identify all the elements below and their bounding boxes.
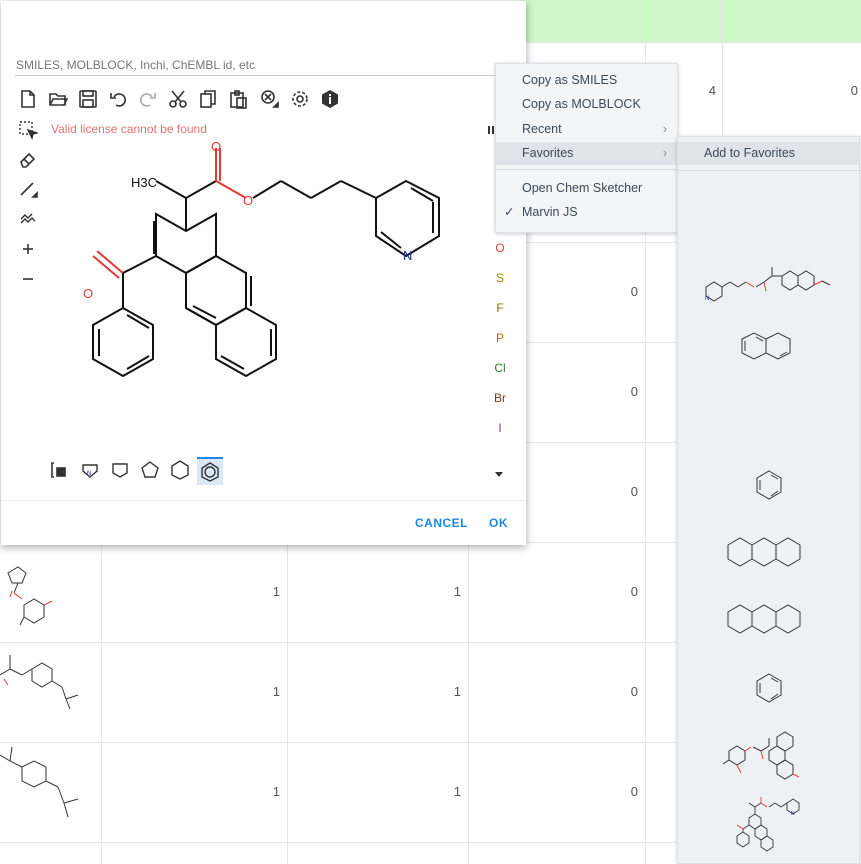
info-icon[interactable]: [319, 88, 341, 110]
chevron-right-icon: ›: [662, 146, 667, 160]
favorite-molecule[interactable]: [678, 670, 859, 706]
grid-cell: 1: [453, 684, 461, 699]
atom-iodine[interactable]: I: [487, 421, 513, 435]
template-bracket-icon[interactable]: [47, 457, 73, 483]
ester-oxygen-label: O: [243, 193, 254, 208]
open-folder-icon[interactable]: [47, 88, 69, 110]
menu-item-label: Copy as SMILES: [522, 73, 618, 87]
grid-cell: 1: [453, 784, 461, 799]
favorites-submenu: Add to Favorites N N: [677, 136, 860, 864]
favorite-molecule[interactable]: [678, 727, 859, 782]
molecule-thumbnail: [0, 655, 79, 710]
cut-icon[interactable]: [167, 88, 189, 110]
charge-minus-icon[interactable]: [17, 268, 39, 290]
nitrogen-label: N: [403, 248, 413, 263]
menu-favorites[interactable]: Favorites ›: [496, 142, 677, 165]
atom-sulfur[interactable]: S: [487, 271, 513, 285]
ketone-oxygen-label: O: [83, 286, 94, 301]
cyclohexane-template-icon[interactable]: [167, 457, 193, 483]
eraser-icon[interactable]: [17, 148, 39, 170]
methyl-label: H3C: [131, 175, 158, 190]
grid-cell: 1: [272, 684, 280, 699]
svg-text:N: N: [791, 811, 795, 817]
settings-gear-icon[interactable]: [289, 88, 311, 110]
redo-icon[interactable]: [137, 88, 159, 110]
copy-icon[interactable]: [197, 88, 219, 110]
grid-cell: 0: [850, 83, 858, 98]
ok-button[interactable]: OK: [489, 516, 508, 530]
grid-header-band: [520, 0, 861, 42]
cyclopentane-template-icon[interactable]: [137, 457, 163, 483]
menu-item-label: Copy as MOLBLOCK: [522, 97, 641, 111]
menu-copy-molblock[interactable]: Copy as MOLBLOCK: [496, 93, 677, 116]
paste-icon[interactable]: [227, 88, 249, 110]
menu-item-label: Recent: [522, 122, 562, 136]
single-bond-icon[interactable]: [17, 178, 39, 200]
sketcher-dialog: Valid license cannot be found: [1, 1, 526, 545]
favorite-molecule[interactable]: N: [678, 247, 859, 307]
grid-cell: 0: [630, 584, 638, 599]
zoom-clear-icon[interactable]: [259, 88, 281, 110]
more-atoms-chevron-icon[interactable]: [488, 463, 510, 485]
undo-icon[interactable]: [107, 88, 129, 110]
save-icon[interactable]: [77, 88, 99, 110]
favorite-molecule[interactable]: [678, 599, 859, 639]
grid-cell: 1: [272, 584, 280, 599]
menu-open-chem-sketcher[interactable]: Open Chem Sketcher: [496, 177, 677, 200]
new-document-icon[interactable]: [17, 88, 39, 110]
molecule-canvas[interactable]: [61, 136, 471, 436]
grid-cell: 0: [630, 384, 638, 399]
benzene-template-icon[interactable]: [197, 457, 223, 485]
svg-text:N: N: [705, 296, 709, 302]
menu-item-label: Open Chem Sketcher: [522, 181, 643, 195]
cyclobutane-template-icon[interactable]: [107, 457, 133, 483]
atom-fluorine[interactable]: F: [487, 301, 513, 315]
menu-copy-smiles[interactable]: Copy as SMILES: [496, 69, 677, 92]
atom-chlorine[interactable]: Cl: [487, 361, 513, 375]
carbonyl-oxygen-label: O: [211, 139, 222, 154]
pyrrole-template-icon[interactable]: N: [77, 457, 103, 483]
charge-plus-icon[interactable]: [17, 238, 39, 260]
menu-recent[interactable]: Recent ›: [496, 118, 677, 141]
favorite-molecule[interactable]: [678, 467, 859, 503]
grid-cell: 0: [630, 284, 638, 299]
add-to-favorites[interactable]: Add to Favorites: [678, 142, 859, 165]
favorite-molecule[interactable]: [678, 532, 859, 572]
menu-item-label: Marvin JS: [522, 205, 578, 219]
chain-icon[interactable]: [17, 208, 39, 230]
license-warning: Valid license cannot be found: [51, 122, 207, 136]
atom-oxygen[interactable]: O: [487, 241, 513, 255]
select-tool-icon[interactable]: [17, 119, 39, 141]
menu-marvin-js[interactable]: ✓ Marvin JS: [496, 201, 677, 224]
molecule-thumbnail: [0, 746, 79, 818]
svg-text:N: N: [87, 471, 91, 477]
favorite-molecule[interactable]: [678, 327, 859, 367]
grid-cell: 1: [453, 584, 461, 599]
atom-bromine[interactable]: Br: [487, 391, 513, 405]
chevron-right-icon: ›: [662, 122, 667, 136]
atom-phosphorus[interactable]: P: [487, 331, 513, 345]
grid-cell: 0: [630, 784, 638, 799]
grid-cell: 4: [708, 83, 716, 98]
grid-cell: 0: [630, 684, 638, 699]
context-menu: Copy as SMILES Copy as MOLBLOCK Recent › …: [495, 63, 678, 233]
grid-cell: 1: [272, 784, 280, 799]
smiles-input[interactable]: [15, 57, 513, 76]
molecule-thumbnail: [7, 566, 53, 626]
menu-item-label: Favorites: [522, 146, 574, 160]
checkmark-icon: ✓: [504, 205, 515, 219]
grid-cell: 0: [630, 484, 638, 499]
favorite-molecule[interactable]: N: [678, 795, 859, 857]
cancel-button[interactable]: CANCEL: [415, 516, 468, 530]
